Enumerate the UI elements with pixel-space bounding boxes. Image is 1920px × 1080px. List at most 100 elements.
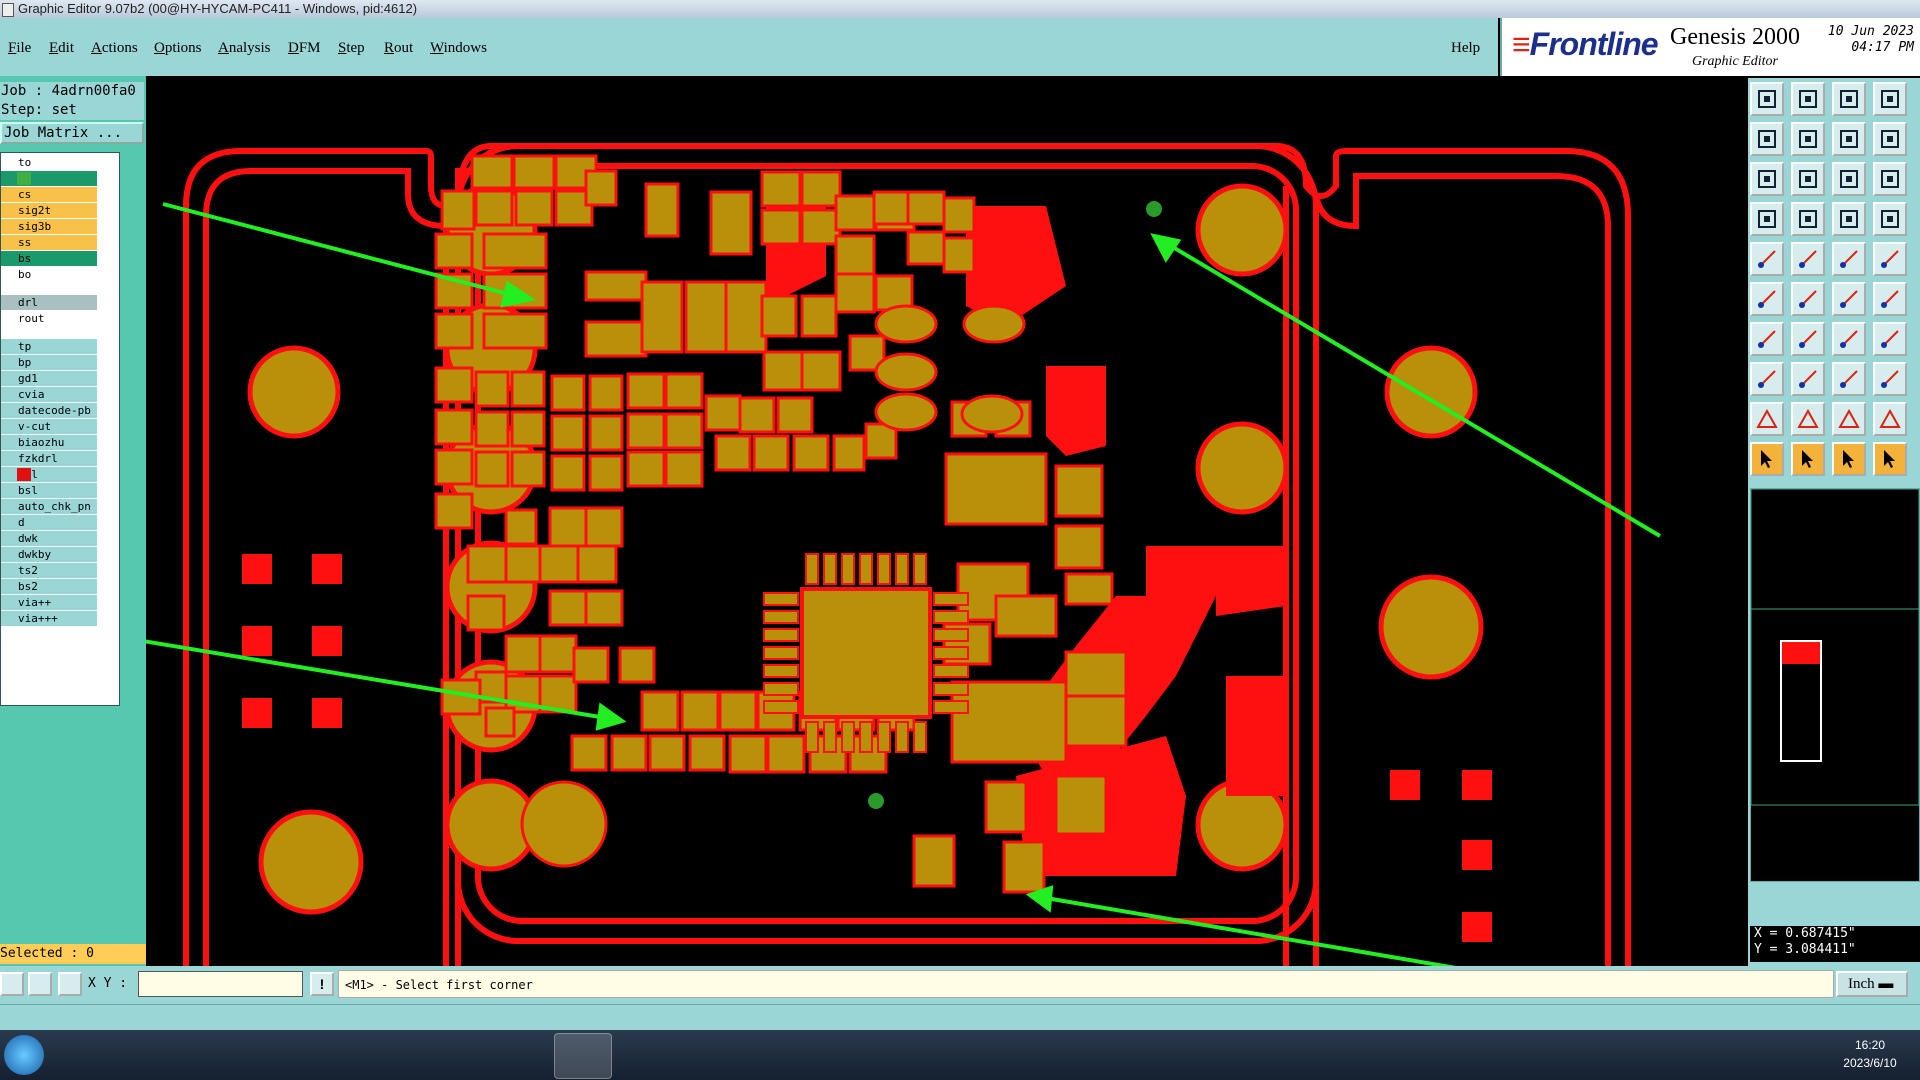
fill-button[interactable] [1750,242,1784,276]
menu-actions[interactable]: Actions [91,40,138,57]
measure-button[interactable] [28,972,52,996]
menu-options[interactable]: Options [154,40,202,57]
dup-button[interactable] [1873,362,1907,396]
layer-row[interactable]: tsl [1,467,118,482]
layer-row[interactable]: sig2t [1,203,118,218]
grid-button[interactable] [58,972,82,996]
measure-button[interactable] [1832,202,1866,236]
taskbar-app-green[interactable] [370,1033,426,1077]
snap-point-button[interactable] [1832,362,1866,396]
taskbar-app-shell[interactable] [60,1033,116,1077]
layer-row[interactable]: bsl [1,483,118,498]
help-button[interactable] [1873,162,1907,196]
trace-button[interactable] [1791,322,1825,356]
layer-down-button[interactable] [1791,82,1825,116]
layer-row[interactable]: via++ [1,595,118,610]
pan-right-button[interactable] [1791,122,1825,156]
layer-row[interactable]: bp [1,355,118,370]
zoom-redraw-button[interactable] [1832,122,1866,156]
window-button[interactable] [1873,82,1907,116]
layer-row[interactable]: tp [1,339,118,354]
layer-row[interactable]: bo [1,267,118,282]
text-button[interactable] [1873,322,1907,356]
trim-button[interactable] [1791,362,1825,396]
layer-row[interactable]: ss [1,235,118,250]
layer-row[interactable]: ts2 [1,563,118,578]
tools-button[interactable] [1750,202,1784,236]
menu-help[interactable]: Help [1451,40,1480,57]
layer-row[interactable]: cs [1,187,118,202]
layer-row[interactable]: bs2 [1,579,118,594]
taskbar-app-eye2[interactable] [614,1033,670,1077]
cross-button[interactable] [1791,282,1825,316]
layer-row[interactable]: drl [1,295,118,310]
arc-button[interactable] [1832,282,1866,316]
layer-row[interactable]: to [1,155,118,170]
taskbar-app-red[interactable] [186,1033,242,1077]
menu-analysis[interactable]: Analysis [218,40,271,57]
layer-row[interactable]: v-cut [1,419,118,434]
arc-cw-button[interactable] [1832,322,1866,356]
home-button[interactable] [1832,82,1866,116]
design-rule-button[interactable] [1873,202,1907,236]
pointer-drag-button[interactable] [1832,442,1866,476]
snap-button[interactable] [1791,202,1825,236]
layer-row[interactable]: sig3b [1,219,118,234]
start-button[interactable] [4,1035,44,1075]
layer-up-button[interactable] [1750,82,1784,116]
layer-row[interactable]: fzkdrl [1,451,118,466]
taskbar-app-eye[interactable] [494,1033,550,1077]
taskbar-app-notepad[interactable] [122,1033,178,1077]
layer-row[interactable]: dwkby [1,547,118,562]
pcb-canvas[interactable] [146,76,1746,966]
menu-windows[interactable]: Windows [430,40,487,57]
scroll-button[interactable] [1873,122,1907,156]
layer-row[interactable]: datecode-pb [1,403,118,418]
polygon-button[interactable] [1791,242,1825,276]
line-button[interactable] [1832,242,1866,276]
route-button[interactable] [1750,322,1784,356]
layer-row[interactable]: dwk [1,531,118,546]
menu-dfm[interactable]: DFM [288,40,321,57]
triangle-c-button[interactable] [1873,402,1907,436]
taskbar-app-genesis[interactable] [554,1033,612,1079]
menu-rout[interactable]: Rout [384,40,413,57]
triangle-a-button[interactable] [1791,402,1825,436]
menu-edit[interactable]: Edit [49,40,74,57]
pad-button[interactable] [1873,242,1907,276]
taskbar-app-save[interactable] [250,1033,306,1077]
menu-step[interactable]: Step [338,40,365,57]
feature-select-button[interactable] [0,972,24,996]
taskbar-app-blue[interactable] [310,1033,366,1077]
layer-row[interactable]: d [1,515,118,530]
layer-row[interactable]: via+++ [1,611,118,626]
pan-left-button[interactable] [1750,122,1784,156]
taskbar-clock[interactable]: 16:20 2023/6/10 [1830,1036,1910,1072]
pointer-pick-button[interactable] [1873,442,1907,476]
select-pad-button[interactable] [1750,362,1784,396]
layer-row[interactable]: auto_chk_pn [1,499,118,514]
node-button[interactable] [1873,282,1907,316]
mini-view-navigator[interactable] [1750,488,1920,882]
units-select[interactable]: Inch ▬ [1836,971,1908,997]
pointer-select-button[interactable] [1791,442,1825,476]
layer-row[interactable]: bs [1,251,118,266]
xy-input[interactable] [138,971,303,997]
layer-row[interactable]: gd1 [1,371,118,386]
menu-file[interactable]: File [8,40,31,57]
layer-row[interactable]: biaozhu [1,435,118,450]
layer-row[interactable]: cvia [1,387,118,402]
zoom-area-button[interactable] [1791,162,1825,196]
layer-row[interactable]: ts [1,171,118,186]
triangle-button[interactable] [1750,402,1784,436]
taskbar-app-excel[interactable] [430,1033,486,1077]
fit-button[interactable] [1750,162,1784,196]
job-matrix-button[interactable]: Job Matrix ... [0,122,144,144]
triangle-b-button[interactable] [1832,402,1866,436]
warning-button[interactable]: ! [310,972,334,996]
layer-row[interactable]: rout [1,311,118,326]
one-to-one-button[interactable] [1832,162,1866,196]
frontline-logo-mark: ≡ [1512,26,1531,62]
pointer-button[interactable] [1750,442,1784,476]
connect-button[interactable] [1750,282,1784,316]
